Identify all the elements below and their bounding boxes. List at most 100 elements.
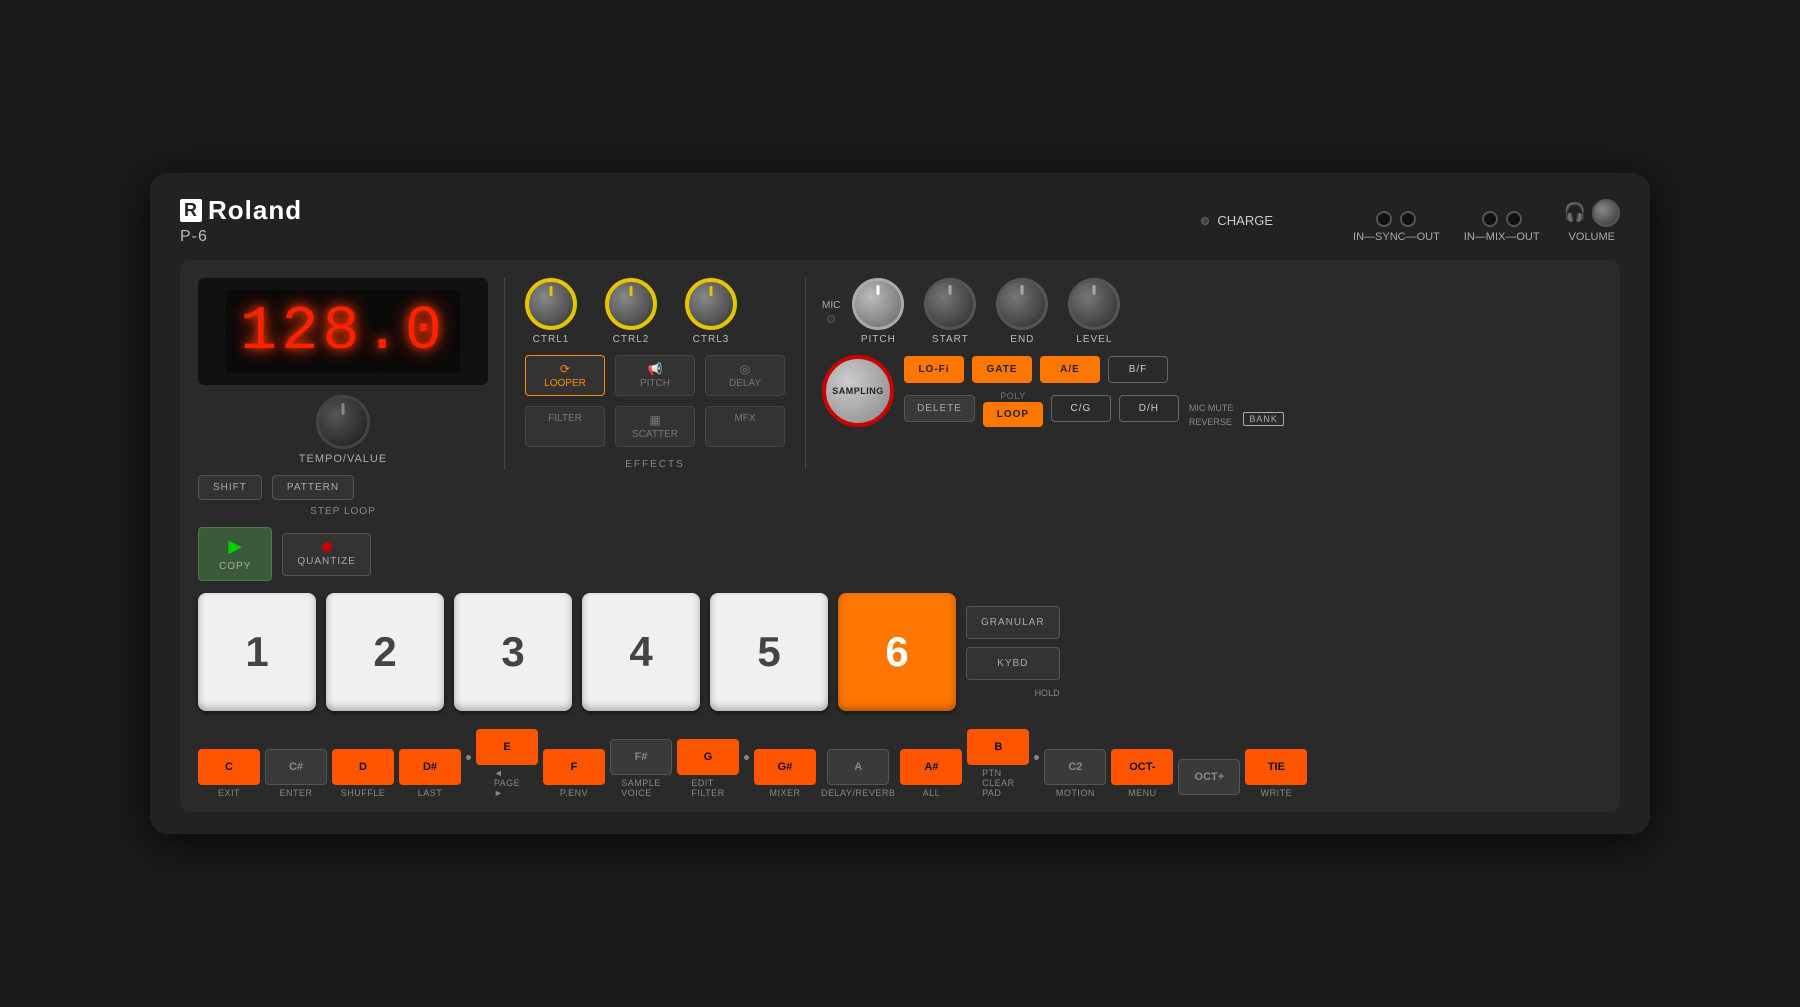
bf-button[interactable]: B/F (1108, 356, 1168, 383)
start-knob[interactable] (924, 278, 976, 330)
hold-label: HOLD (1035, 688, 1060, 698)
looper-icon: ⟳ (560, 362, 570, 376)
copy-label: COPY (219, 561, 251, 572)
level-label: LEVEL (1076, 334, 1112, 345)
key-a: A DELAY/REVERB (821, 749, 895, 798)
key-cap-D#[interactable]: D# (399, 749, 461, 785)
tempo-knob[interactable] (316, 395, 370, 449)
key-octminus: OCT-MENU (1111, 749, 1173, 798)
key-cap-G[interactable]: G (677, 739, 739, 775)
end-knob[interactable] (996, 278, 1048, 330)
sync-out-jack (1400, 211, 1416, 227)
level-knob[interactable] (1068, 278, 1120, 330)
pad-2[interactable]: 2 (326, 593, 444, 711)
ctrl1-knob[interactable] (525, 278, 577, 330)
scatter-label: SCATTER (632, 429, 678, 440)
looper-label: LOOPER (544, 378, 586, 389)
sampling-button[interactable]: SAMPLING (822, 355, 894, 427)
key-cap-F[interactable]: F (543, 749, 605, 785)
pitch-knob[interactable] (852, 278, 904, 330)
step-loop-label: STEP LOOP (198, 506, 488, 517)
key-cap-A#[interactable]: A# (900, 749, 962, 785)
lofi-gate-row: SAMPLING LO-Fi GATE A/E B/F DELETE POL (822, 355, 1602, 427)
pitch-label: PITCH (861, 334, 896, 345)
charge-indicator: CHARGE (1201, 213, 1273, 228)
sync-connector-group: IN—SYNC—OUT (1353, 211, 1440, 243)
pitch-fx-label: PITCH (640, 378, 670, 389)
filter-button[interactable]: FILTER (525, 406, 605, 447)
key-cap-E[interactable]: E (476, 729, 538, 765)
roland-r-icon: R (180, 199, 202, 222)
poly-label: POLY (1000, 391, 1025, 401)
copy-button[interactable]: ▶ COPY (198, 527, 272, 581)
key-cap-OCT+[interactable]: OCT+ (1178, 759, 1240, 795)
copy-quantize-row: ▶ COPY QUANTIZE (198, 527, 488, 581)
pattern-button[interactable]: PATTERN (272, 475, 354, 500)
pad-5[interactable]: 5 (710, 593, 828, 711)
key-label-A: DELAY/REVERB (821, 788, 895, 798)
logo-area: R Roland P-6 (180, 195, 302, 246)
pad-3[interactable]: 3 (454, 593, 572, 711)
mix-out-jack (1506, 211, 1522, 227)
quantize-label: QUANTIZE (297, 556, 356, 567)
quantize-button[interactable]: QUANTIZE (282, 533, 371, 576)
key-cap-OCT-[interactable]: OCT- (1111, 749, 1173, 785)
key-cap-A[interactable]: A (827, 749, 889, 785)
pad-4[interactable]: 4 (582, 593, 700, 711)
shift-pattern-section: SHIFT PATTERN STEP LOOP (198, 475, 488, 517)
mic-sampling-row: MIC PITCH START (822, 278, 1602, 345)
granular-button[interactable]: GRANULAR (966, 606, 1060, 639)
gate-button[interactable]: GATE (972, 356, 1032, 383)
volume-knob[interactable] (1592, 199, 1620, 227)
keyboard-row: CEXITC#ENTERDSHUFFLED#LASTE◄PAGE►FP.ENVF… (198, 723, 1602, 798)
effects-label: EFFECTS (525, 459, 785, 470)
key-label-TIE: WRITE (1261, 788, 1293, 798)
right-section: MIC PITCH START (822, 278, 1602, 427)
key-cap-TIE[interactable]: TIE (1245, 749, 1307, 785)
lofi-button[interactable]: LO-Fi (904, 356, 964, 383)
mix-label: IN—MIX—OUT (1464, 231, 1540, 243)
key-label-G#: MIXER (769, 788, 800, 798)
looper-button[interactable]: ⟳ LOOPER (525, 355, 605, 396)
ctrl2-label: CTRL2 (613, 334, 650, 345)
key-c: CEXIT (198, 749, 260, 798)
key-cap-C#[interactable]: C# (265, 749, 327, 785)
key-cap-F#[interactable]: F# (610, 739, 672, 775)
pitch-start-end-level-row: PITCH START END (852, 278, 1120, 345)
display-section: 128.0 (198, 278, 488, 385)
kybd-button[interactable]: KYBD (966, 647, 1060, 680)
key-fsharp: F#SAMPLEVOICE (610, 739, 672, 798)
delay-label: DELAY (729, 378, 761, 389)
pad-6[interactable]: 6 (838, 593, 956, 711)
key-cap-C2[interactable]: C2 (1044, 749, 1106, 785)
mix-jacks (1482, 211, 1522, 227)
dh-button[interactable]: D/H (1119, 395, 1179, 422)
key-cap-B[interactable]: B (967, 729, 1029, 765)
ctrl3-knob[interactable] (685, 278, 737, 330)
ctrl2-knob[interactable] (605, 278, 657, 330)
shift-button[interactable]: SHIFT (198, 475, 262, 500)
pitch-group: PITCH (852, 278, 904, 345)
delay-button[interactable]: ◎ DELAY (705, 355, 785, 396)
cg-button[interactable]: C/G (1051, 395, 1111, 422)
key-cap-D[interactable]: D (332, 749, 394, 785)
end-label: END (1010, 334, 1034, 345)
loop-button[interactable]: LOOP (983, 402, 1043, 427)
ae-button[interactable]: A/E (1040, 356, 1100, 383)
key-cap-C[interactable]: C (198, 749, 260, 785)
key-c2: C2MOTION (1044, 749, 1106, 798)
level-group: LEVEL (1068, 278, 1120, 345)
key-label-B: PTNCLEARPAD (982, 768, 1015, 798)
mfx-button[interactable]: MFX (705, 406, 785, 447)
bpm-display: 128.0 (226, 290, 460, 373)
delete-button[interactable]: DELETE (904, 395, 975, 422)
pitch-fx-button[interactable]: 📢 PITCH (615, 355, 695, 396)
pad-right-buttons: GRANULAR KYBD HOLD (966, 606, 1060, 698)
key-cap-G#[interactable]: G# (754, 749, 816, 785)
bank-label: BANK (1243, 412, 1284, 426)
brand-name: Roland (208, 195, 302, 226)
key-label-A#: ALL (923, 788, 941, 798)
scatter-button[interactable]: ▦ SCATTER (615, 406, 695, 447)
scatter-icon: ▦ (649, 413, 660, 427)
pad-1[interactable]: 1 (198, 593, 316, 711)
